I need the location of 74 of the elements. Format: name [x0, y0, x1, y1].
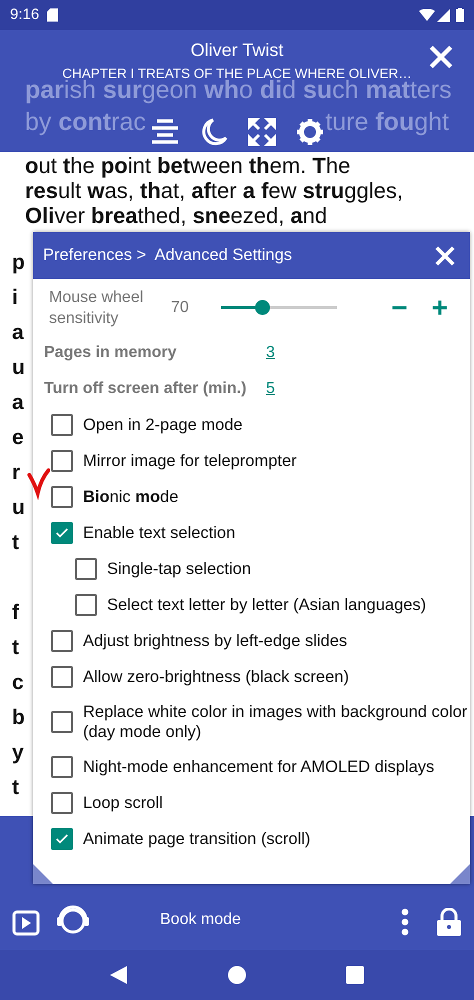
checkbox[interactable]	[51, 486, 73, 508]
checkbox-label: Allow zero-brightness (black screen)	[83, 667, 349, 687]
book-text-fragment: i	[12, 286, 18, 309]
checkbox-label: Single-tap selection	[107, 559, 252, 579]
checkbox-label: Select text letter by letter (Asian languages)	[107, 595, 426, 615]
book-text-fragment: u	[12, 496, 25, 519]
checkbox[interactable]	[51, 756, 73, 778]
checkbox-label: Enable text selection	[83, 523, 236, 543]
setting-value-link[interactable]: 3	[266, 341, 275, 365]
wifi-icon	[419, 9, 435, 21]
close-icon[interactable]	[434, 244, 456, 266]
book-text-fragment: a	[12, 321, 24, 344]
book-text-fragment: p	[12, 251, 25, 274]
checkbox-label: Open in 2-page mode	[83, 415, 243, 435]
checkbox-label: Loop scroll	[83, 793, 163, 813]
increase-button[interactable]: +	[430, 294, 450, 322]
checkbox[interactable]	[51, 450, 73, 472]
more-icon[interactable]	[400, 908, 410, 936]
decrease-button[interactable]: −	[387, 294, 412, 322]
checkbox[interactable]	[51, 666, 73, 688]
signal-icon	[437, 8, 450, 22]
setting-value-link[interactable]: 5	[266, 377, 275, 401]
book-text-fragment: c	[12, 671, 24, 694]
checkbox[interactable]	[51, 711, 73, 733]
checkbox-label: Animate page transition (scroll)	[83, 829, 310, 849]
book-text-fragment: t	[12, 776, 19, 799]
checkbox-label: Night-mode enhancement for AMOLED displays	[83, 757, 434, 777]
play-icon[interactable]	[12, 910, 40, 936]
checkbox-label: Mirror image for teleprompter	[83, 451, 297, 471]
moon-icon[interactable]	[200, 118, 228, 146]
setting-label: Pages in memory	[44, 343, 178, 363]
lock-icon[interactable]	[436, 908, 462, 936]
book-text-fragment: f	[12, 601, 19, 624]
book-text-fragment: t	[12, 636, 19, 659]
book-text-fragment: u	[12, 356, 25, 379]
book-text-line: Oliver breathed, sneezed, and	[25, 203, 328, 228]
checkbox-label: Replace white color in images with background color (day mode only)	[83, 702, 468, 742]
book-text-line: ture fought	[325, 107, 449, 138]
resize-handle-icon[interactable]	[450, 864, 470, 884]
setting-label: Turn off screen after (min.)	[44, 379, 248, 399]
book-text-fragment: b	[12, 706, 25, 729]
home-icon[interactable]	[228, 966, 246, 984]
checkbox[interactable]	[51, 828, 73, 850]
checkbox[interactable]	[51, 414, 73, 436]
breadcrumb: Preferences > Advanced Settings	[43, 245, 292, 266]
checkbox[interactable]	[75, 594, 97, 616]
checkbox-label: Adjust brightness by left-edge slides	[83, 631, 348, 651]
slider-thumb[interactable]	[254, 300, 270, 315]
battery-icon	[456, 8, 464, 22]
resize-handle-icon[interactable]	[33, 864, 53, 884]
book-text-fragment: r	[12, 461, 20, 484]
book-title: Oliver Twist	[190, 39, 284, 62]
checkbox[interactable]	[51, 792, 73, 814]
book-text-line: by contrac	[25, 107, 146, 138]
clock: 9:16	[10, 4, 40, 25]
settings-icon[interactable]	[296, 118, 324, 146]
setting-label: Mouse wheel sensitivity	[49, 288, 144, 329]
sd-card-icon	[47, 8, 58, 22]
slider-value: 70	[171, 298, 190, 318]
back-icon[interactable]	[110, 966, 128, 984]
checkbox-label: Bionic mode	[83, 487, 178, 507]
checkbox[interactable]	[75, 558, 97, 580]
book-text-fragment: e	[12, 426, 24, 449]
mode-label: Book mode	[160, 910, 241, 930]
fullscreen-icon[interactable]	[248, 118, 276, 146]
align-center-icon[interactable]	[150, 118, 180, 146]
book-text-fragment: y	[12, 741, 24, 764]
close-icon[interactable]	[428, 44, 454, 70]
checkbox[interactable]	[51, 630, 73, 652]
book-text-line: out the point between them. The	[25, 153, 350, 178]
book-text-fragment: t	[12, 531, 19, 554]
checkbox[interactable]	[51, 522, 73, 544]
book-text-fragment: a	[12, 391, 24, 414]
chapter-title: CHAPTER I TREATS OF THE PLACE WHERE OLIVER…	[62, 65, 412, 81]
